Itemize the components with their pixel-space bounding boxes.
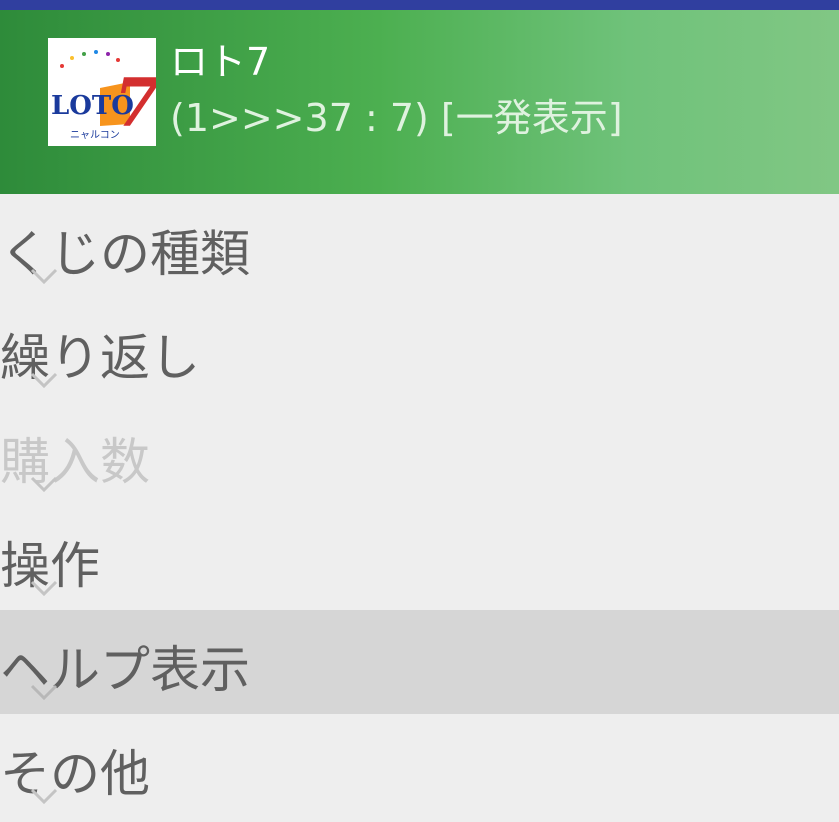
- svg-text:ニャルコン: ニャルコン: [70, 130, 120, 141]
- navigation-menu: くじの種類 繰り返し 購入数 操作 ヘルプ表示 その他: [0, 194, 839, 818]
- chevron-down-icon: [30, 788, 58, 805]
- chevron-down-icon: [30, 476, 58, 493]
- app-subtitle: (1>>>37 : 7) [一発表示]: [170, 96, 623, 140]
- menu-item-purchase-count[interactable]: 購入数: [0, 402, 839, 506]
- menu-item-repeat[interactable]: 繰り返し: [0, 298, 839, 402]
- loto7-logo-icon: LOTO 7 ニャルコン: [48, 38, 156, 146]
- chevron-down-icon: [30, 580, 58, 597]
- menu-item-label: 購入数: [0, 433, 150, 491]
- chevron-down-icon: [30, 684, 58, 701]
- menu-item-help[interactable]: ヘルプ表示: [0, 610, 839, 714]
- app-header: LOTO 7 ニャルコン ロト7 (1>>>37 : 7) [一発表示]: [0, 10, 839, 194]
- menu-item-lottery-type[interactable]: くじの種類: [0, 194, 839, 298]
- app-title: ロト7: [170, 40, 271, 84]
- menu-item-other[interactable]: その他: [0, 714, 839, 818]
- svg-text:7: 7: [114, 64, 156, 142]
- chevron-down-icon: [30, 268, 58, 285]
- chevron-down-icon: [30, 372, 58, 389]
- menu-item-operation[interactable]: 操作: [0, 506, 839, 610]
- menu-item-label: その他: [0, 745, 150, 803]
- status-bar: [0, 0, 839, 10]
